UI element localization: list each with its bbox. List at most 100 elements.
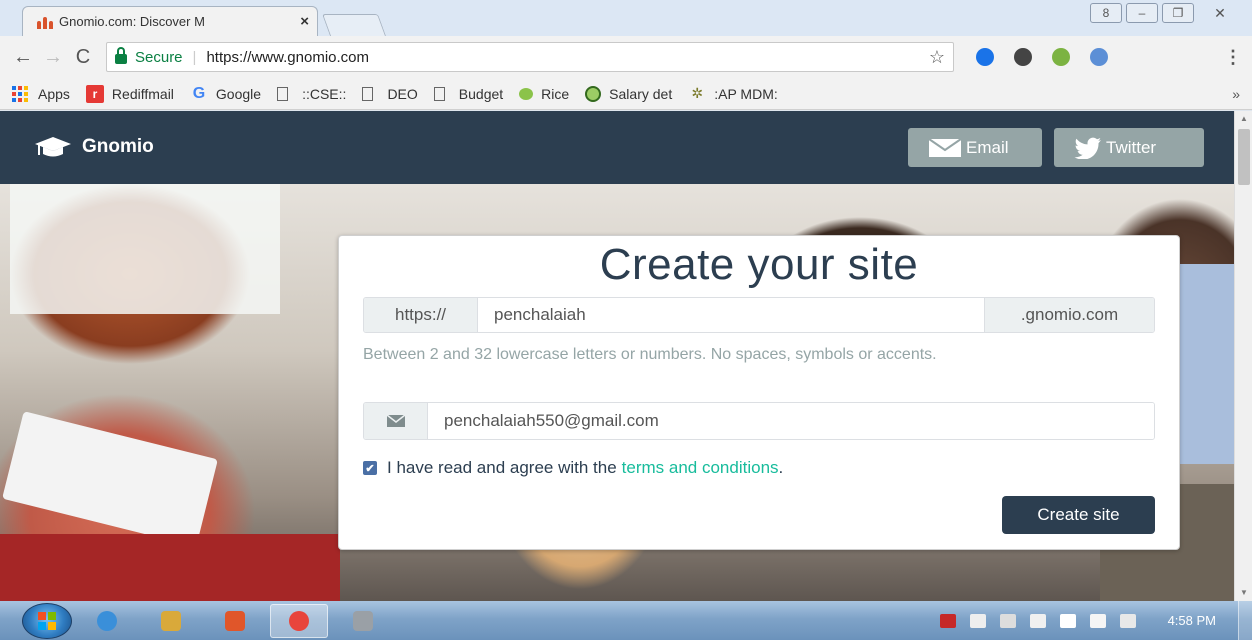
page-icon — [362, 86, 374, 101]
extension-3-icon[interactable] — [1052, 48, 1070, 66]
apps-grid-icon — [12, 85, 28, 102]
tab-gnomio[interactable]: Gnomio.com: Discover M × — [22, 6, 318, 36]
tray-keyboard-icon[interactable] — [939, 613, 956, 628]
bookmark-salary[interactable]: Salary det — [585, 85, 673, 102]
bookmark-label: :AP MDM: — [714, 85, 778, 102]
maximize-button[interactable]: ❐ — [1162, 3, 1194, 23]
email-input-group — [363, 402, 1155, 440]
lock-icon — [115, 47, 127, 64]
tray-speaker-icon[interactable] — [1029, 613, 1046, 628]
hero-desk-left — [0, 534, 340, 601]
start-button[interactable] — [22, 602, 72, 639]
card-title: Create your site — [599, 240, 919, 289]
tab-title: Gnomio.com: Discover M — [59, 14, 205, 29]
bookmark-label: DEO — [387, 85, 418, 102]
browser-toolbar: ← → C Secure | https://www.gnomio.com ☆ … — [0, 36, 1252, 78]
subdomain-input[interactable] — [478, 298, 984, 332]
extension-4-icon[interactable] — [1090, 48, 1108, 66]
scroll-thumb[interactable] — [1238, 129, 1250, 185]
rediff-icon: r — [85, 84, 104, 103]
window-controls: 8 – ❐ ✕ — [1090, 3, 1242, 23]
secure-label: Secure — [135, 48, 183, 66]
page-scrollbar[interactable]: ▲ ▼ — [1234, 111, 1252, 601]
tab-close-icon[interactable]: × — [300, 13, 309, 30]
email-input[interactable] — [428, 403, 1154, 439]
minimize-button[interactable]: – — [1126, 3, 1158, 23]
show-desktop-button[interactable] — [1238, 601, 1252, 640]
bookmark-apps[interactable]: Apps — [12, 85, 70, 102]
terms-row: ✔ I have read and agree with the terms a… — [363, 458, 783, 478]
page-icon — [433, 86, 445, 101]
scroll-up-icon[interactable]: ▲ — [1235, 111, 1252, 127]
email-button-label: Email — [966, 137, 1009, 157]
tray-volume-icon[interactable] — [1089, 613, 1106, 628]
close-window-button[interactable]: ✕ — [1198, 3, 1242, 23]
create-site-button[interactable]: Create site — [1002, 496, 1155, 534]
url-suffix: .gnomio.com — [984, 298, 1154, 332]
system-tray: 4:58 PM — [939, 613, 1230, 628]
hero-window — [10, 184, 280, 314]
gnomio-favicon-icon — [37, 15, 53, 29]
browser-menu-icon[interactable]: ⋮ — [1224, 47, 1242, 68]
user-profile-icon[interactable]: 8 — [1090, 3, 1122, 23]
url-prefix: https:// — [364, 298, 478, 332]
bookmark-google[interactable]: G Google — [190, 85, 261, 103]
bookmark-label: Salary det — [609, 85, 673, 102]
taskbar-explorer-icon[interactable] — [142, 604, 200, 638]
mdm-icon: ✲ — [691, 85, 704, 101]
reload-button[interactable]: C — [70, 46, 96, 69]
new-tab-button[interactable] — [321, 14, 387, 36]
windows-logo-icon — [38, 611, 56, 630]
forward-button[interactable]: → — [40, 46, 66, 69]
bookmark-rediffmail[interactable]: r Rediffmail — [85, 84, 174, 103]
terms-period: . — [778, 458, 784, 477]
address-url[interactable]: https://www.gnomio.com — [206, 49, 928, 66]
terms-link[interactable]: terms and conditions — [622, 458, 779, 478]
terms-checkbox[interactable]: ✔ — [363, 461, 377, 475]
bookmark-deo[interactable]: DEO — [362, 85, 418, 102]
graduation-cap-icon — [35, 137, 71, 157]
taskbar-ie-icon[interactable] — [78, 604, 136, 638]
tray-app-icon[interactable] — [999, 613, 1016, 628]
taskbar-media-icon[interactable] — [206, 604, 264, 638]
bookmark-ap-mdm[interactable]: ✲ :AP MDM: — [688, 85, 778, 103]
back-button[interactable]: ← — [10, 46, 36, 69]
extension-1-icon[interactable] — [976, 48, 994, 66]
twitter-button-label: Twitter — [1106, 137, 1157, 157]
google-icon: G — [192, 84, 206, 102]
bookmark-rice[interactable]: Rice — [519, 86, 569, 102]
taskbar-clock[interactable]: 4:58 PM — [1168, 613, 1216, 628]
bookmarks-bar: Apps r Rediffmail G Google ::CSE:: DEO B… — [0, 78, 1252, 110]
taskbar-paint-icon[interactable] — [334, 604, 392, 638]
site-brand[interactable]: Gnomio — [34, 135, 154, 159]
subdomain-input-group: https:// .gnomio.com — [363, 297, 1155, 333]
bookmark-label: Google — [215, 85, 262, 102]
tray-monitor-icon[interactable] — [1059, 613, 1076, 628]
bookmark-label: ::CSE:: — [302, 85, 347, 102]
bookmark-cse[interactable]: ::CSE:: — [277, 86, 346, 102]
bookmark-budget[interactable]: Budget — [433, 85, 504, 102]
subdomain-help-text: Between 2 and 32 lowercase letters or nu… — [363, 346, 937, 363]
tray-network-icon[interactable] — [1119, 613, 1136, 628]
page-icon — [277, 86, 289, 101]
email-button[interactable]: Email — [908, 128, 1042, 167]
bookmarks-overflow-icon[interactable]: » — [1232, 86, 1240, 102]
hero-papers — [2, 411, 218, 547]
envelope-icon — [928, 137, 962, 157]
twitter-button[interactable]: Twitter — [1054, 128, 1204, 167]
address-bar[interactable]: Secure | https://www.gnomio.com ☆ — [106, 42, 954, 72]
twitter-bird-icon — [1074, 137, 1101, 159]
bookmark-label: Apps — [38, 85, 70, 102]
envelope-icon — [364, 403, 428, 439]
taskbar-chrome-icon[interactable] — [270, 603, 328, 638]
bookmark-star-icon[interactable]: ☆ — [929, 47, 945, 68]
windows-taskbar: 4:58 PM — [0, 601, 1252, 640]
bookmark-label: Rice — [541, 85, 570, 102]
address-separator: | — [192, 48, 197, 66]
bookmark-label: Rediffmail — [111, 85, 174, 102]
scroll-down-icon[interactable]: ▼ — [1235, 585, 1252, 601]
extension-2-icon[interactable] — [1014, 48, 1032, 66]
bookmark-label: Budget — [458, 85, 504, 102]
tray-flag-icon[interactable] — [969, 613, 986, 628]
extensions — [976, 48, 1108, 66]
